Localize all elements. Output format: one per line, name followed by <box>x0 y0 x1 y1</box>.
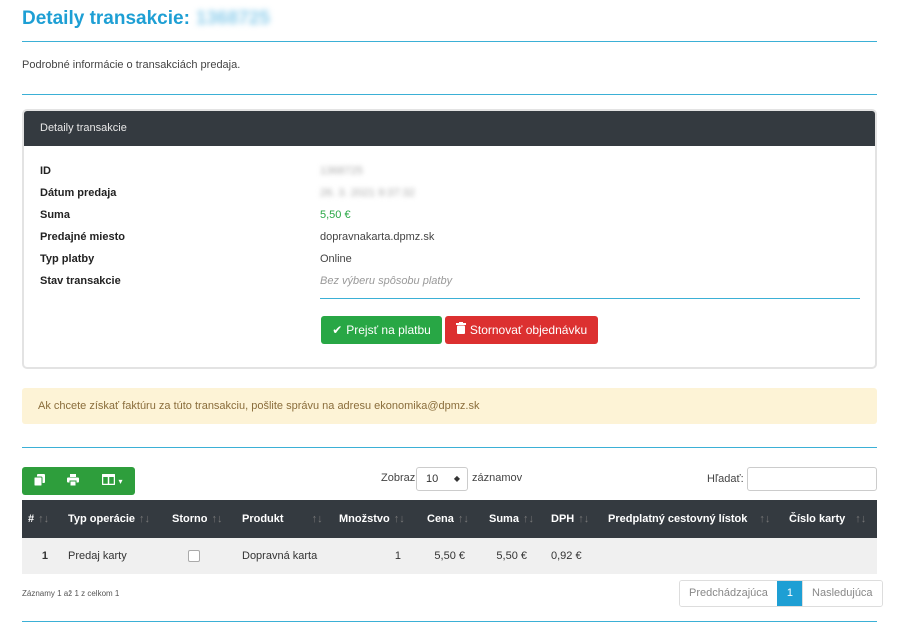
detail-value: Online <box>320 253 352 265</box>
table-header-row: # ↑↓ Typ operácie ↑↓ Storno ↑↓ Produkt ↑↓ Mn… <box>22 500 877 538</box>
cell-operation: Predaj karty <box>68 550 127 562</box>
export-toolbar: ▾ <box>22 467 135 495</box>
cell-quantity: 1 <box>394 550 401 562</box>
detail-label: Dátum predaja <box>40 187 117 199</box>
column-header-price[interactable]: Cena ↑↓ <box>421 500 483 538</box>
sort-icon: ↑↓ <box>393 513 405 525</box>
items-table: # ↑↓ Typ operácie ↑↓ Storno ↑↓ Produkt ↑↓ Mn… <box>22 500 877 574</box>
prev-page-button[interactable]: Predchádzajúca <box>680 581 777 606</box>
sort-icon: ↑↓ <box>38 513 50 525</box>
sort-icon: ↑↓ <box>855 513 867 525</box>
cell-card-number <box>783 538 877 574</box>
search-label: Hľadať: <box>707 473 744 485</box>
column-header-product[interactable]: Produkt ↑↓ <box>236 500 333 538</box>
detail-label: Suma <box>40 209 70 221</box>
page-size-select[interactable]: 10 ◆ <box>416 467 468 491</box>
cell-vat: 0,92 € <box>551 550 582 562</box>
sort-icon: ↑↓ <box>457 513 469 525</box>
divider <box>22 41 877 42</box>
cell-storno <box>166 538 236 574</box>
sort-icon: ↑↓ <box>759 513 771 525</box>
cell-ticket <box>602 538 783 574</box>
sort-icon: ↑↓ <box>522 513 534 525</box>
page-size-value: 10 <box>426 473 439 485</box>
detail-label: ID <box>40 165 51 177</box>
sort-icon: ↑↓ <box>211 513 223 525</box>
table-info: Záznamy 1 až 1 z celkom 1 <box>22 589 120 598</box>
detail-value: dopravnakarta.dpmz.sk <box>320 231 435 243</box>
page-subtitle: Podrobné informácie o transakciách preda… <box>22 59 241 71</box>
sort-icon: ↑↓ <box>311 513 323 525</box>
detail-label: Typ platby <box>40 253 95 265</box>
cell-sum: 5,50 € <box>496 550 527 562</box>
divider <box>22 621 877 622</box>
check-icon: ✔ <box>332 323 343 337</box>
detail-value: 26. 3. 2021 9:37:32 <box>320 187 415 199</box>
transaction-id-blurred: 1368725 <box>195 8 270 29</box>
page-title: Detaily transakcie: 1368725 <box>22 8 270 30</box>
records-label: záznamov <box>472 472 523 484</box>
divider <box>320 298 860 299</box>
detail-label: Predajné miesto <box>40 231 125 243</box>
detail-value: 5,50 € <box>320 209 351 221</box>
detail-value: Bez výberu spôsobu platby <box>320 275 453 287</box>
copy-icon <box>33 473 45 489</box>
show-label: Zobraz <box>381 472 416 484</box>
copy-button[interactable] <box>22 467 56 495</box>
page-title-text: Detaily transakcie: <box>22 8 190 29</box>
cell-product: Dopravná karta <box>242 550 318 562</box>
cancel-order-button-label: Stornovať objednávku <box>469 323 588 337</box>
transaction-details-card: Detaily transakcie ID 1368725 Dátum pred… <box>22 109 877 369</box>
column-visibility-button[interactable]: ▾ <box>90 467 135 495</box>
pay-button[interactable]: ✔ Prejsť na platbu <box>321 316 442 344</box>
detail-value: 1368725 <box>320 165 363 177</box>
sort-icon: ↑↓ <box>578 513 590 525</box>
column-header-card-number[interactable]: Číslo karty ↑↓ <box>783 500 877 538</box>
invoice-alert: Ak chcete získať faktúru za túto transak… <box>22 388 877 424</box>
divider <box>22 94 877 95</box>
column-header-quantity[interactable]: Množstvo ↑↓ <box>333 500 421 538</box>
table-row: 1 Predaj karty Dopravná karta 1 5,50 € 5… <box>22 538 877 574</box>
sort-icon: ↑↓ <box>139 513 151 525</box>
cell-price: 5,50 € <box>434 550 465 562</box>
columns-icon <box>102 473 116 488</box>
cell-index: 1 <box>41 550 48 562</box>
print-icon <box>67 473 79 489</box>
column-header-vat[interactable]: DPH ↑↓ <box>545 500 602 538</box>
detail-label: Stav transakcie <box>40 275 121 287</box>
column-header-ticket[interactable]: Predplatný cestovný lístok ↑↓ <box>602 500 783 538</box>
trash-icon <box>455 316 466 344</box>
caret-down-icon: ▾ <box>118 476 123 486</box>
pagination: Predchádzajúca 1 Nasledujúca <box>679 580 883 607</box>
divider <box>22 447 877 448</box>
page-button-current[interactable]: 1 <box>776 581 803 606</box>
column-header-index[interactable]: # ↑↓ <box>22 500 62 538</box>
print-button[interactable] <box>56 467 90 495</box>
cancel-order-button[interactable]: Stornovať objednávku <box>445 316 598 344</box>
pay-button-label: Prejsť na platbu <box>346 323 431 337</box>
storno-checkbox[interactable] <box>188 550 200 563</box>
column-header-storno[interactable]: Storno ↑↓ <box>166 500 236 538</box>
search-input[interactable] <box>747 467 877 491</box>
column-header-sum[interactable]: Suma ↑↓ <box>483 500 545 538</box>
card-title: Detaily transakcie <box>24 111 875 146</box>
updown-icon: ◆ <box>453 474 460 483</box>
column-header-operation[interactable]: Typ operácie ↑↓ <box>62 500 166 538</box>
next-page-button[interactable]: Nasledujúca <box>802 581 882 606</box>
